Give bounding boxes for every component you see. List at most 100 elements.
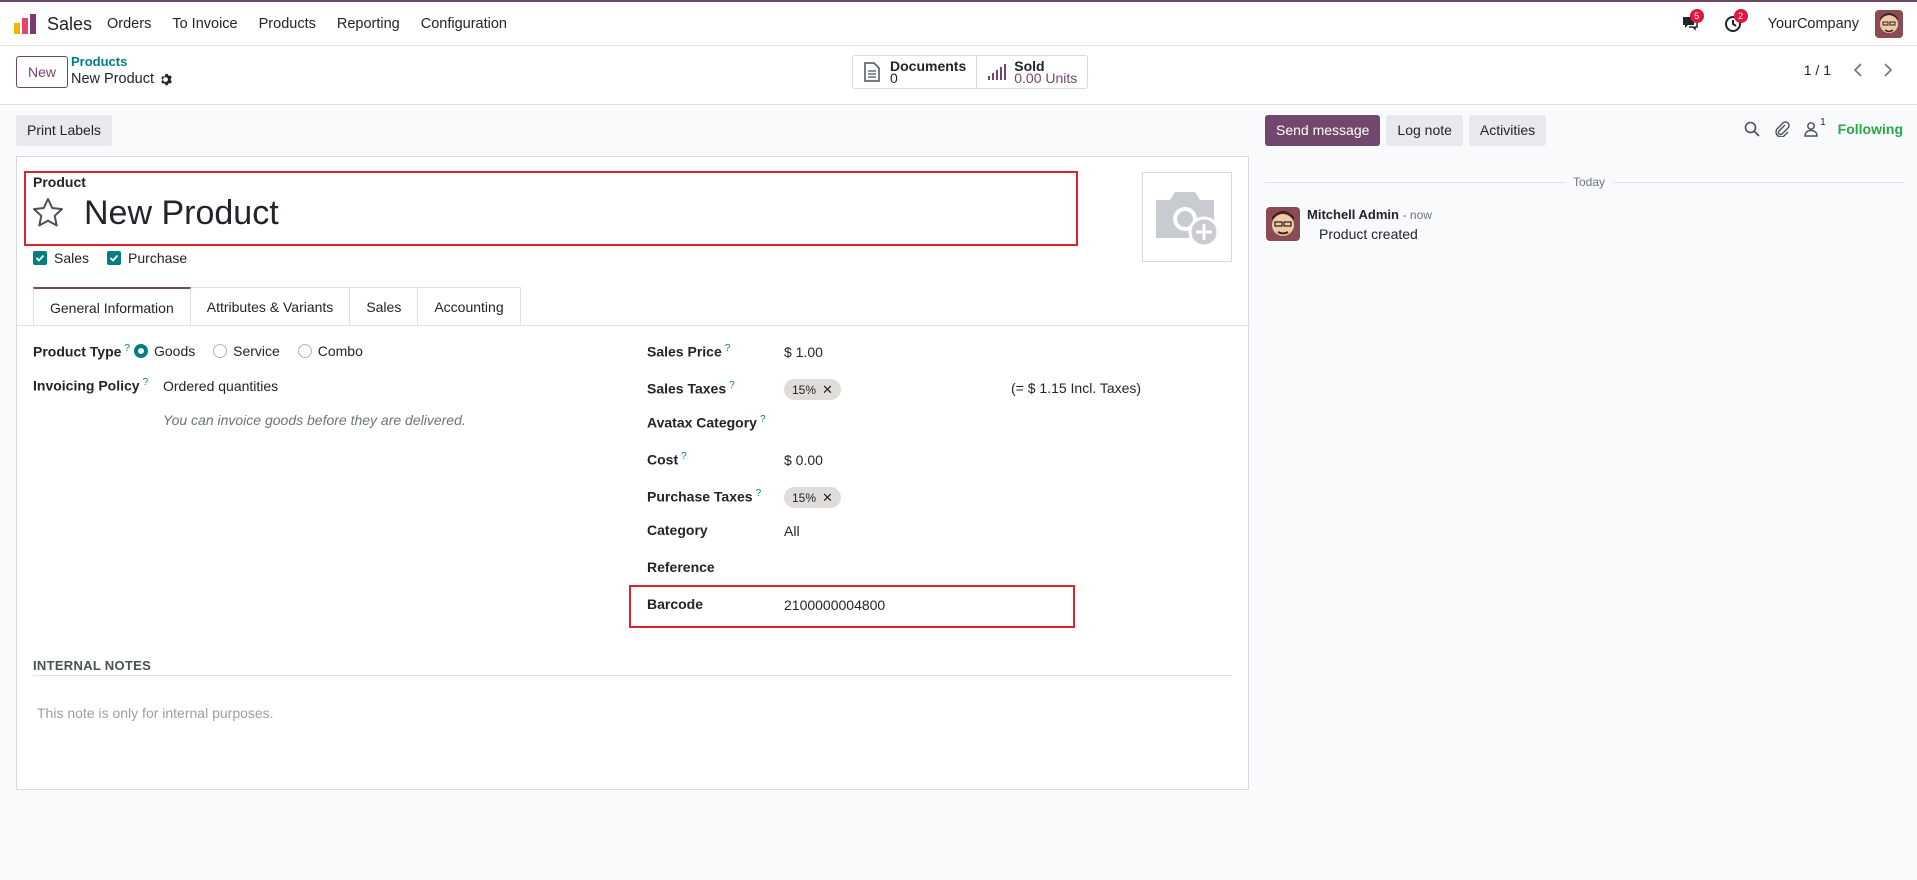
activities-systray[interactable]: 2: [1724, 9, 1748, 35]
help-icon[interactable]: ?: [681, 451, 687, 462]
followers-count: 1: [1820, 117, 1826, 128]
sales-price-input[interactable]: $ 1.00: [784, 344, 823, 360]
menu-reporting[interactable]: Reporting: [337, 16, 400, 32]
purchase-taxes-field[interactable]: 15% ✕: [784, 487, 841, 508]
help-icon[interactable]: ?: [124, 343, 130, 354]
cost-label: Cost?: [647, 451, 687, 468]
invoicing-policy-label: Invoicing Policy?: [33, 377, 148, 394]
gear-icon[interactable]: [159, 73, 172, 86]
sales-app-icon[interactable]: [14, 14, 36, 34]
form-sheet: Product New Product Sales Purchase Gener…: [16, 156, 1250, 790]
help-icon[interactable]: ?: [756, 488, 762, 499]
invoicing-policy-select[interactable]: Ordered quantities: [163, 378, 278, 394]
check-icon: [109, 254, 119, 262]
radio-combo[interactable]: [297, 344, 312, 358]
chatter-topbar: Send message Log note Activities: [1265, 115, 1547, 146]
breadcrumb-current-label: New Product: [71, 71, 155, 87]
breadcrumb-current: New Product: [71, 71, 172, 87]
pager: 1 / 1: [1804, 58, 1903, 82]
smart-buttons: Documents 0 Sold 0.00 Units: [852, 55, 1089, 89]
category-select[interactable]: All: [784, 523, 800, 539]
breadcrumb-products[interactable]: Products: [71, 54, 127, 69]
avatax-category-input[interactable]: [784, 411, 984, 433]
tab-attributes-variants[interactable]: Attributes & Variants: [190, 287, 351, 326]
internal-notes-divider: [33, 675, 1232, 676]
internal-notes-title: INTERNAL NOTES: [33, 658, 152, 673]
new-button[interactable]: New: [16, 56, 69, 88]
radio-combo-label[interactable]: Combo: [318, 343, 363, 359]
activities-badge: 2: [1733, 9, 1748, 23]
product-type-label-text: Product Type: [33, 343, 122, 360]
messages-badge: 5: [1689, 9, 1704, 23]
message-body: Product created: [1319, 226, 1418, 242]
systray: 5 2 YourCompany: [1680, 9, 1903, 38]
chevron-right-icon: [1884, 63, 1893, 77]
form-statusbar: Print Labels: [16, 115, 112, 146]
radio-service[interactable]: [213, 344, 228, 358]
message-author-name[interactable]: Mitchell Admin: [1307, 207, 1399, 222]
user-avatar[interactable]: [1875, 10, 1903, 38]
date-separator: Today: [1565, 175, 1614, 189]
next-record-button[interactable]: [1873, 58, 1903, 82]
sold-smart-button[interactable]: Sold 0.00 Units: [976, 56, 1087, 88]
menu-products[interactable]: Products: [259, 16, 316, 32]
company-switcher[interactable]: YourCompany: [1768, 16, 1859, 32]
product-type-radio: Goods Service Combo: [134, 343, 363, 359]
previous-record-button[interactable]: [1843, 58, 1873, 82]
help-icon[interactable]: ?: [143, 377, 149, 388]
tab-general-information[interactable]: General Information: [33, 287, 191, 326]
app-name[interactable]: Sales: [47, 14, 92, 35]
sales-taxes-label: Sales Taxes?: [647, 380, 735, 397]
documents-smart-button[interactable]: Documents 0: [853, 56, 976, 88]
radio-goods[interactable]: [134, 344, 148, 358]
send-message-button[interactable]: Send message: [1265, 115, 1381, 146]
purchase-checkbox-label[interactable]: Purchase: [128, 250, 187, 266]
cost-input[interactable]: $ 0.00: [784, 452, 823, 468]
reference-input[interactable]: [784, 557, 984, 579]
invoicing-policy-note: You can invoice goods before they are de…: [163, 412, 466, 428]
activities-button[interactable]: Activities: [1468, 115, 1547, 146]
tab-accounting[interactable]: Accounting: [418, 287, 521, 326]
log-note-button[interactable]: Log note: [1386, 115, 1463, 146]
message-time: - now: [1402, 208, 1432, 222]
category-label: Category: [647, 522, 708, 538]
help-icon[interactable]: ?: [725, 343, 731, 354]
product-image-upload[interactable]: [1142, 172, 1232, 262]
user-icon: [1804, 122, 1818, 137]
radio-service-label[interactable]: Service: [233, 343, 280, 359]
sales-taxes-label-text: Sales Taxes: [647, 380, 727, 397]
purchase-tax-tag: 15% ✕: [784, 487, 841, 508]
followers-button[interactable]: 1: [1804, 117, 1826, 137]
message-author-avatar[interactable]: [1266, 207, 1300, 241]
tab-sales[interactable]: Sales: [350, 287, 419, 326]
internal-notes-input[interactable]: This note is only for internal purposes.: [37, 705, 274, 721]
purchase-checkbox[interactable]: [107, 251, 122, 265]
control-panel: New Products New Product Documents 0 Sol…: [0, 46, 1917, 105]
menu-orders[interactable]: Orders: [107, 16, 151, 32]
camera-plus-icon: [1156, 192, 1220, 248]
sales-checkbox[interactable]: [33, 251, 47, 265]
help-icon[interactable]: ?: [760, 414, 766, 425]
menu-configuration[interactable]: Configuration: [421, 16, 507, 32]
remove-tag-icon[interactable]: ✕: [822, 382, 833, 398]
product-type-label: Product Type?: [33, 343, 130, 360]
menu-to-invoice[interactable]: To Invoice: [172, 16, 237, 32]
signal-bars-icon: [988, 64, 1007, 80]
main-menu: Orders To Invoice Products Reporting Con…: [107, 16, 528, 32]
print-labels-button[interactable]: Print Labels: [16, 115, 112, 146]
following-button[interactable]: Following: [1838, 121, 1903, 137]
sales-checkbox-label[interactable]: Sales: [54, 250, 89, 266]
paperclip-icon[interactable]: [1774, 121, 1790, 137]
sales-tax-tag: 15% ✕: [784, 379, 841, 400]
sold-value: 0.00 Units: [1014, 70, 1078, 86]
purchase-tax-tag-label: 15%: [792, 490, 817, 505]
radio-goods-label[interactable]: Goods: [154, 343, 195, 359]
search-icon[interactable]: [1744, 121, 1760, 137]
help-icon[interactable]: ?: [729, 380, 735, 391]
purchase-taxes-label-text: Purchase Taxes: [647, 488, 753, 505]
remove-tag-icon[interactable]: ✕: [822, 490, 833, 506]
messages-systray[interactable]: 5: [1680, 9, 1704, 35]
product-checkboxes: Sales Purchase: [33, 250, 187, 266]
sales-taxes-field[interactable]: 15% ✕: [784, 379, 841, 400]
pager-value[interactable]: 1 / 1: [1804, 62, 1831, 78]
